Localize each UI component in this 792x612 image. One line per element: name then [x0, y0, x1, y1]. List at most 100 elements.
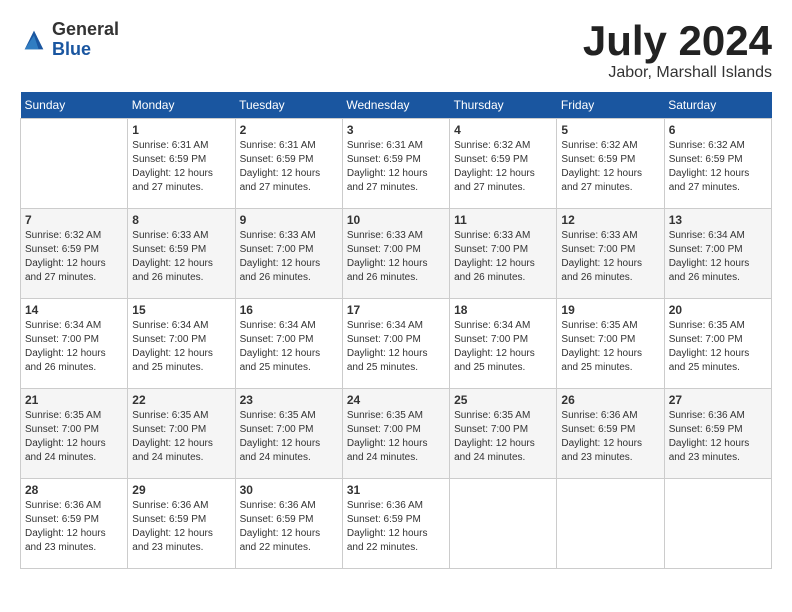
day-info: Sunrise: 6:33 AM Sunset: 6:59 PM Dayligh… [132, 229, 230, 285]
daylight-text: Daylight: 12 hours and 26 minutes. [25, 348, 106, 373]
sunrise-text: Sunrise: 6:36 AM [347, 500, 423, 511]
sunrise-text: Sunrise: 6:36 AM [669, 410, 745, 421]
day-info: Sunrise: 6:35 AM Sunset: 7:00 PM Dayligh… [669, 319, 767, 375]
daylight-text: Daylight: 12 hours and 26 minutes. [132, 258, 213, 283]
daylight-text: Daylight: 12 hours and 24 minutes. [240, 438, 321, 463]
day-info: Sunrise: 6:35 AM Sunset: 7:00 PM Dayligh… [132, 409, 230, 465]
daylight-text: Daylight: 12 hours and 27 minutes. [669, 168, 750, 193]
day-number: 19 [561, 303, 659, 317]
table-row: 19 Sunrise: 6:35 AM Sunset: 7:00 PM Dayl… [557, 299, 664, 389]
day-info: Sunrise: 6:34 AM Sunset: 7:00 PM Dayligh… [669, 229, 767, 285]
page-header: General Blue July 2024 Jabor, Marshall I… [20, 20, 772, 82]
sunset-text: Sunset: 6:59 PM [25, 244, 99, 255]
sunset-text: Sunset: 7:00 PM [240, 244, 314, 255]
day-number: 16 [240, 303, 338, 317]
calendar-week-2: 7 Sunrise: 6:32 AM Sunset: 6:59 PM Dayli… [21, 209, 772, 299]
table-row: 3 Sunrise: 6:31 AM Sunset: 6:59 PM Dayli… [342, 119, 449, 209]
day-number: 21 [25, 393, 123, 407]
day-number: 13 [669, 213, 767, 227]
sunrise-text: Sunrise: 6:32 AM [561, 140, 637, 151]
sunset-text: Sunset: 6:59 PM [454, 154, 528, 165]
day-number: 15 [132, 303, 230, 317]
table-row: 8 Sunrise: 6:33 AM Sunset: 6:59 PM Dayli… [128, 209, 235, 299]
sunrise-text: Sunrise: 6:32 AM [669, 140, 745, 151]
header-monday: Monday [128, 92, 235, 119]
table-row [21, 119, 128, 209]
day-number: 27 [669, 393, 767, 407]
calendar-week-5: 28 Sunrise: 6:36 AM Sunset: 6:59 PM Dayl… [21, 479, 772, 569]
day-info: Sunrise: 6:34 AM Sunset: 7:00 PM Dayligh… [25, 319, 123, 375]
sunrise-text: Sunrise: 6:34 AM [132, 320, 208, 331]
calendar-week-1: 1 Sunrise: 6:31 AM Sunset: 6:59 PM Dayli… [21, 119, 772, 209]
table-row: 20 Sunrise: 6:35 AM Sunset: 7:00 PM Dayl… [664, 299, 771, 389]
day-info: Sunrise: 6:34 AM Sunset: 7:00 PM Dayligh… [132, 319, 230, 375]
sunset-text: Sunset: 6:59 PM [669, 424, 743, 435]
sunset-text: Sunset: 7:00 PM [132, 424, 206, 435]
day-info: Sunrise: 6:32 AM Sunset: 6:59 PM Dayligh… [25, 229, 123, 285]
sunrise-text: Sunrise: 6:36 AM [132, 500, 208, 511]
daylight-text: Daylight: 12 hours and 25 minutes. [454, 348, 535, 373]
day-info: Sunrise: 6:33 AM Sunset: 7:00 PM Dayligh… [454, 229, 552, 285]
header-thursday: Thursday [450, 92, 557, 119]
sunrise-text: Sunrise: 6:34 AM [347, 320, 423, 331]
sunset-text: Sunset: 7:00 PM [454, 334, 528, 345]
day-info: Sunrise: 6:32 AM Sunset: 6:59 PM Dayligh… [669, 139, 767, 195]
daylight-text: Daylight: 12 hours and 25 minutes. [240, 348, 321, 373]
table-row: 14 Sunrise: 6:34 AM Sunset: 7:00 PM Dayl… [21, 299, 128, 389]
daylight-text: Daylight: 12 hours and 25 minutes. [561, 348, 642, 373]
table-row: 11 Sunrise: 6:33 AM Sunset: 7:00 PM Dayl… [450, 209, 557, 299]
sunrise-text: Sunrise: 6:31 AM [347, 140, 423, 151]
table-row: 4 Sunrise: 6:32 AM Sunset: 6:59 PM Dayli… [450, 119, 557, 209]
day-info: Sunrise: 6:36 AM Sunset: 6:59 PM Dayligh… [240, 499, 338, 555]
table-row: 12 Sunrise: 6:33 AM Sunset: 7:00 PM Dayl… [557, 209, 664, 299]
sunrise-text: Sunrise: 6:35 AM [240, 410, 316, 421]
logo-general-text: General [52, 20, 119, 40]
sunset-text: Sunset: 6:59 PM [132, 244, 206, 255]
table-row: 15 Sunrise: 6:34 AM Sunset: 7:00 PM Dayl… [128, 299, 235, 389]
header-sunday: Sunday [21, 92, 128, 119]
daylight-text: Daylight: 12 hours and 26 minutes. [454, 258, 535, 283]
daylight-text: Daylight: 12 hours and 25 minutes. [347, 348, 428, 373]
sunset-text: Sunset: 7:00 PM [25, 334, 99, 345]
sunrise-text: Sunrise: 6:34 AM [669, 230, 745, 241]
daylight-text: Daylight: 12 hours and 25 minutes. [669, 348, 750, 373]
sunset-text: Sunset: 6:59 PM [132, 154, 206, 165]
table-row: 1 Sunrise: 6:31 AM Sunset: 6:59 PM Dayli… [128, 119, 235, 209]
table-row [450, 479, 557, 569]
daylight-text: Daylight: 12 hours and 27 minutes. [347, 168, 428, 193]
sunset-text: Sunset: 6:59 PM [132, 514, 206, 525]
sunrise-text: Sunrise: 6:32 AM [454, 140, 530, 151]
table-row: 27 Sunrise: 6:36 AM Sunset: 6:59 PM Dayl… [664, 389, 771, 479]
sunset-text: Sunset: 7:00 PM [347, 424, 421, 435]
day-info: Sunrise: 6:36 AM Sunset: 6:59 PM Dayligh… [132, 499, 230, 555]
sunset-text: Sunset: 6:59 PM [561, 154, 635, 165]
day-info: Sunrise: 6:34 AM Sunset: 7:00 PM Dayligh… [240, 319, 338, 375]
table-row: 18 Sunrise: 6:34 AM Sunset: 7:00 PM Dayl… [450, 299, 557, 389]
sunrise-text: Sunrise: 6:35 AM [132, 410, 208, 421]
sunrise-text: Sunrise: 6:32 AM [25, 230, 101, 241]
day-number: 20 [669, 303, 767, 317]
table-row: 7 Sunrise: 6:32 AM Sunset: 6:59 PM Dayli… [21, 209, 128, 299]
day-info: Sunrise: 6:33 AM Sunset: 7:00 PM Dayligh… [347, 229, 445, 285]
sunrise-text: Sunrise: 6:35 AM [561, 320, 637, 331]
day-number: 8 [132, 213, 230, 227]
day-number: 25 [454, 393, 552, 407]
header-friday: Friday [557, 92, 664, 119]
day-info: Sunrise: 6:31 AM Sunset: 6:59 PM Dayligh… [132, 139, 230, 195]
sunset-text: Sunset: 7:00 PM [132, 334, 206, 345]
sunrise-text: Sunrise: 6:35 AM [25, 410, 101, 421]
table-row: 29 Sunrise: 6:36 AM Sunset: 6:59 PM Dayl… [128, 479, 235, 569]
table-row [664, 479, 771, 569]
table-row: 10 Sunrise: 6:33 AM Sunset: 7:00 PM Dayl… [342, 209, 449, 299]
sunrise-text: Sunrise: 6:34 AM [25, 320, 101, 331]
sunrise-text: Sunrise: 6:34 AM [240, 320, 316, 331]
daylight-text: Daylight: 12 hours and 22 minutes. [347, 528, 428, 553]
day-info: Sunrise: 6:31 AM Sunset: 6:59 PM Dayligh… [240, 139, 338, 195]
daylight-text: Daylight: 12 hours and 27 minutes. [25, 258, 106, 283]
sunrise-text: Sunrise: 6:33 AM [347, 230, 423, 241]
sunrise-text: Sunrise: 6:33 AM [454, 230, 530, 241]
daylight-text: Daylight: 12 hours and 26 minutes. [561, 258, 642, 283]
sunset-text: Sunset: 6:59 PM [240, 154, 314, 165]
location-subtitle: Jabor, Marshall Islands [583, 64, 772, 82]
title-section: July 2024 Jabor, Marshall Islands [583, 20, 772, 82]
